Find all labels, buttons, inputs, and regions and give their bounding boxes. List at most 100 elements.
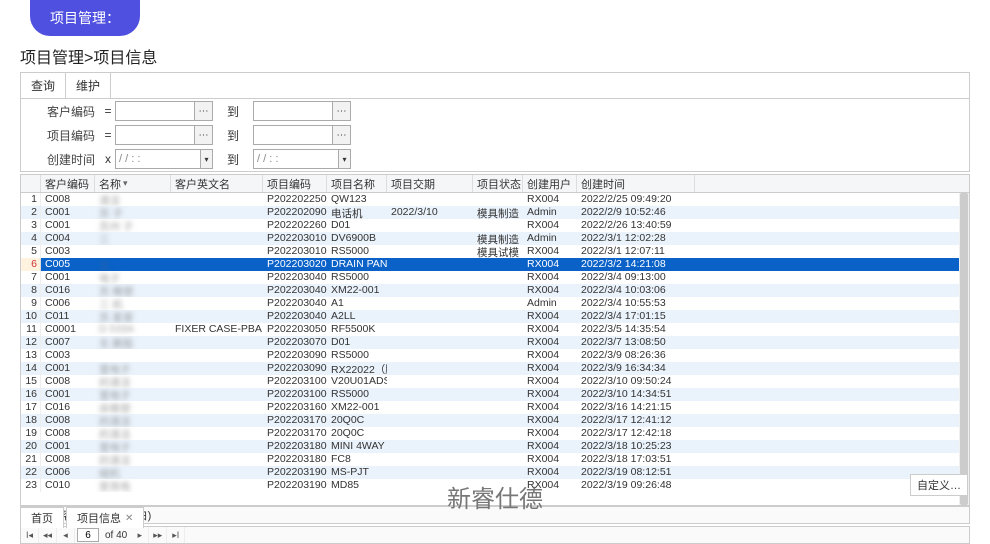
table-row[interactable]: 6C005三P20220302001DRAIN PAN-TCRX0042022/… (21, 258, 969, 271)
table-row[interactable]: 13C003P20220309001RS5000RX0042022/3/9 08… (21, 349, 969, 362)
cell-project-code: P20220225001 (263, 193, 327, 206)
cell-customer-code: C008 (41, 375, 95, 388)
bottom-tab-project-info[interactable]: 项目信息 ✕ (66, 507, 144, 528)
table-row[interactable]: 11C0001D 533AFIXER CASE-PBAP20220305002R… (21, 323, 969, 336)
cell-create-time: 2022/3/4 10:55:53 (577, 297, 695, 310)
col-due-date[interactable]: 项目交期 (387, 175, 473, 192)
date-dropdown-to[interactable]: ▾ (339, 149, 351, 169)
cell-due-date (387, 232, 473, 245)
col-customer-code[interactable]: 客户编码 (41, 175, 95, 192)
row-number: 14 (21, 362, 41, 375)
op-equals: = (101, 104, 115, 118)
filter-create-time-to[interactable]: / / : : (253, 149, 339, 169)
pager-prev[interactable]: ◂ (57, 527, 75, 543)
table-row[interactable]: 22C006 缩机P20220319001MS-PJTRX0042022/3/1… (21, 466, 969, 479)
filter-customer-code-from[interactable] (115, 101, 195, 121)
table-row[interactable]: 5C003P20220301002RS5000模具试模RX0042022/3/1… (21, 245, 969, 258)
table-row[interactable]: 12C007无 鹏股P20220307001D01RX0042022/3/7 1… (21, 336, 969, 349)
lookup-customer-to[interactable]: ⋯ (333, 101, 351, 121)
cell-customer-code: C004 (41, 232, 95, 245)
row-number: 6 (21, 258, 41, 271)
cell-status (473, 440, 523, 453)
cell-project-name: 20Q0C (327, 427, 387, 440)
lookup-project-from[interactable]: ⋯ (195, 125, 213, 145)
cell-name: 的清洁 (95, 414, 171, 427)
pager-next[interactable]: ▸ (131, 527, 149, 543)
col-status[interactable]: 项目状态 (473, 175, 523, 192)
table-row[interactable]: 3C001苏州 子P20220226003D01RX0042022/2/26 1… (21, 219, 969, 232)
cell-creator: RX004 (523, 271, 577, 284)
cell-status: 模具制造 (473, 232, 523, 245)
date-dropdown-from[interactable]: ▾ (201, 149, 213, 169)
close-tab-icon[interactable]: ✕ (125, 513, 133, 524)
table-row[interactable]: 23C010 家用电P20220319002MD85RX0042022/3/19… (21, 479, 969, 492)
table-row[interactable]: 17C016 床橡塑P20220316001XM22-001RX0042022/… (21, 401, 969, 414)
pager-next-page[interactable]: ▸▸ (149, 527, 167, 543)
table-row[interactable]: 9C006三 机P20220304003A1Admin2022/3/4 10:5… (21, 297, 969, 310)
table-row[interactable]: 10C011苏 麦普P20220304004A2LLRX0042022/3/4 … (21, 310, 969, 323)
cell-due-date (387, 297, 473, 310)
table-row[interactable]: 19C008 的清洁P2022031700220Q0CRX0042022/3/1… (21, 427, 969, 440)
table-row[interactable]: 2C001苏 子P20220209001电话机2022/3/10模具制造Admi… (21, 206, 969, 219)
tab-maintain[interactable]: 维护 (66, 73, 111, 98)
pager-current[interactable] (77, 528, 99, 542)
filter-create-time-from[interactable]: / / : : (115, 149, 201, 169)
pager-last[interactable]: ▸I (167, 527, 185, 543)
filter-icon[interactable]: ▾ (123, 178, 128, 189)
lookup-project-to[interactable]: ⋯ (333, 125, 351, 145)
col-project-code[interactable]: 项目编码 (263, 175, 327, 192)
cell-create-time: 2022/3/4 17:01:15 (577, 310, 695, 323)
cell-create-time: 2022/3/4 10:03:06 (577, 284, 695, 297)
table-row[interactable]: 15C008 的清洁P20220310001V20U01ADS3NRX00420… (21, 375, 969, 388)
filter-project-code-to[interactable] (253, 125, 333, 145)
row-number: 19 (21, 427, 41, 440)
table-row[interactable]: 21C008 的清洁P20220318002FC8RX0042022/3/18 … (21, 453, 969, 466)
table-row[interactable]: 8C016苏 橡塑P20220304002XM22-001RX0042022/3… (21, 284, 969, 297)
table-row[interactable]: 14C001 里电子P20220309002RX22022（脚RX0042022… (21, 362, 969, 375)
col-name[interactable]: 名称▾ (95, 175, 171, 192)
table-row[interactable]: 7C001 电子P20220304001RS5000RX0042022/3/4 … (21, 271, 969, 284)
row-number: 21 (21, 453, 41, 466)
cell-creator: RX004 (523, 414, 577, 427)
bottom-tab-home[interactable]: 首页 (20, 507, 64, 528)
pager-first[interactable]: I◂ (21, 527, 39, 543)
col-create-time[interactable]: 创建时间 (577, 175, 695, 192)
cell-creator: RX004 (523, 466, 577, 479)
vertical-scrollbar[interactable] (959, 193, 969, 505)
col-en-name[interactable]: 客户英文名 (171, 175, 263, 192)
table-row[interactable]: 1C008清洁P20220225001QW123RX0042022/2/25 0… (21, 193, 969, 206)
row-number: 2 (21, 206, 41, 219)
cell-status (473, 297, 523, 310)
cell-project-code: P20220318002 (263, 453, 327, 466)
cell-creator: RX004 (523, 349, 577, 362)
cell-create-time: 2022/3/9 08:26:36 (577, 349, 695, 362)
cell-name: D 533A (95, 323, 171, 336)
table-row[interactable]: 4C004三P20220301001DV6900B模具制造Admin2022/3… (21, 232, 969, 245)
filter-project-code-from[interactable] (115, 125, 195, 145)
cell-due-date (387, 375, 473, 388)
customize-button[interactable]: 自定义… (910, 474, 968, 496)
pager-prev-page[interactable]: ◂◂ (39, 527, 57, 543)
cell-due-date (387, 362, 473, 375)
col-num[interactable] (21, 175, 41, 192)
tab-query[interactable]: 查询 (21, 73, 66, 98)
row-number: 9 (21, 297, 41, 310)
col-project-name[interactable]: 项目名称 (327, 175, 387, 192)
grid-filter-bar: ✕ ✓ (客户名称 <> 空白) (20, 506, 970, 524)
to-label-3: 到 (227, 151, 239, 168)
row-number: 23 (21, 479, 41, 492)
table-row[interactable]: 18C008 的清洁P2022031700120Q0CRX0042022/3/1… (21, 414, 969, 427)
cell-status (473, 323, 523, 336)
table-row[interactable]: 16C001 里电子P20220310002RS5000RX0042022/3/… (21, 388, 969, 401)
row-number: 12 (21, 336, 41, 349)
table-row[interactable]: 20C001 里电子P20220318001MINI 4WAYRX0042022… (21, 440, 969, 453)
cell-en-name (171, 427, 263, 440)
cell-customer-code: C001 (41, 440, 95, 453)
cell-status: 模具试模 (473, 245, 523, 258)
col-creator[interactable]: 创建用户 (523, 175, 577, 192)
lookup-customer-from[interactable]: ⋯ (195, 101, 213, 121)
cell-name: 的清洁 (95, 453, 171, 466)
header-button[interactable]: 项目管理： (30, 0, 140, 36)
cell-creator: Admin (523, 297, 577, 310)
filter-customer-code-to[interactable] (253, 101, 333, 121)
